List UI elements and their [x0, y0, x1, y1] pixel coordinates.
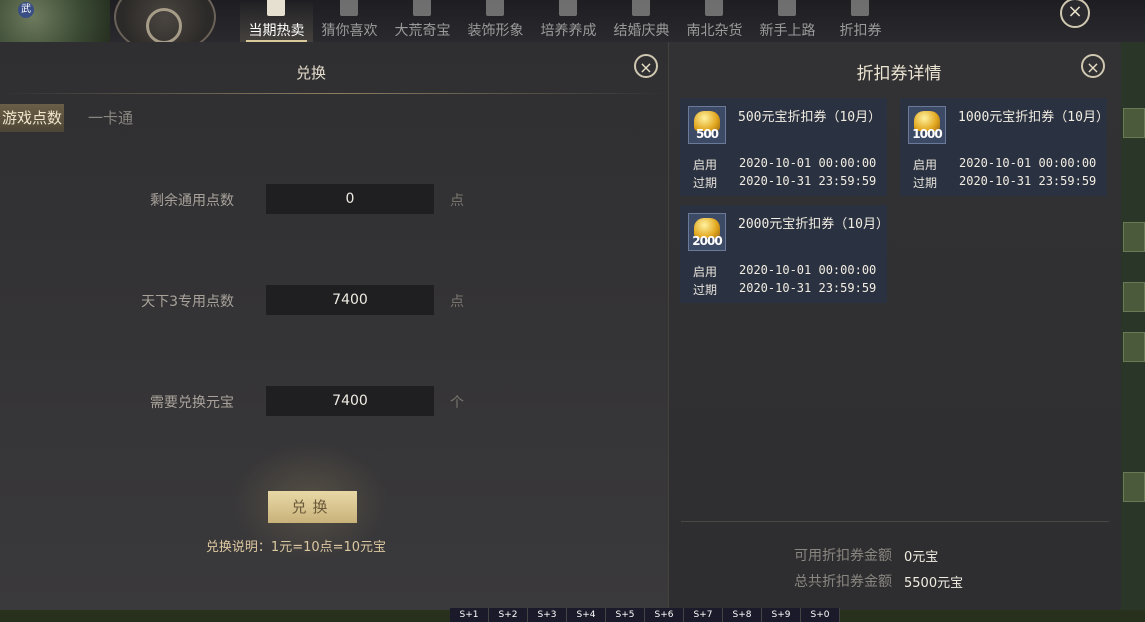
appearance-icon — [486, 0, 504, 16]
yuanbao-needed-input[interactable]: 7400 — [266, 386, 434, 416]
hotkey-slot[interactable]: S+1 — [450, 608, 489, 622]
start-date: 2020-10-01 00:00:00 — [959, 156, 1097, 170]
end-date: 2020-10-31 23:59:59 — [739, 174, 877, 188]
end-label: 过期 — [913, 176, 938, 190]
tab-wedding[interactable]: 结婚庆典 — [605, 0, 678, 42]
exchange-title: 兑换 — [295, 64, 326, 82]
coupon-card[interactable]: 500 500元宝折扣券（10月） 启用 2020-10-01 00:00:00… — [680, 98, 887, 196]
exchange-note: 兑换说明：1元=10点=10元宝 — [205, 540, 387, 555]
tab-game-points[interactable]: 游戏点数 — [0, 104, 64, 132]
remaining-points-value: 0 — [266, 184, 434, 214]
tx3-points-value: 7400 — [266, 285, 434, 315]
goods-icon — [705, 0, 723, 16]
shop-close-icon[interactable]: × — [1060, 0, 1090, 28]
tab-current-hot[interactable]: 当期热卖 — [240, 0, 313, 42]
yuanbao-needed-unit: 个 — [450, 395, 464, 411]
hotkey-slot[interactable]: S+5 — [606, 608, 645, 622]
hotkey-slot[interactable]: S+9 — [762, 608, 801, 622]
remaining-points-label: 剩余通用点数 — [150, 193, 234, 209]
exchange-close-icon[interactable]: × — [634, 54, 658, 78]
start-label: 启用 — [693, 158, 718, 172]
end-label: 过期 — [693, 283, 718, 297]
hotkey-slot[interactable]: S+7 — [684, 608, 723, 622]
coupon-name: 1000元宝折扣券（10月） — [958, 110, 1109, 125]
end-date: 2020-10-31 23:59:59 — [739, 281, 877, 295]
growth-icon — [559, 0, 577, 16]
sidebar-button[interactable] — [1123, 222, 1145, 252]
tab-recommended[interactable]: 猜你喜欢 — [313, 0, 386, 42]
sidebar-button[interactable] — [1123, 282, 1145, 312]
start-date: 2020-10-01 00:00:00 — [739, 263, 877, 277]
end-label: 过期 — [693, 176, 718, 190]
tab-goods[interactable]: 南北杂货 — [678, 0, 751, 42]
tx3-points-unit: 点 — [450, 294, 464, 310]
tab-growth[interactable]: 培养养成 — [532, 0, 605, 42]
exchange-panel: 兑换 × 游戏点数 一卡通 剩余通用点数 0 点 天下3专用点数 7400 点 … — [0, 42, 668, 610]
top-nav-bar: 武 当期热卖 猜你喜欢 大荒奇宝 装饰形象 培养养成 结婚庆典 南北杂货 新手上… — [0, 0, 1145, 54]
remaining-points-unit: 点 — [450, 193, 464, 209]
coupon-title: 折扣券详情 — [856, 64, 942, 84]
start-date: 2020-10-01 00:00:00 — [739, 156, 877, 170]
end-date: 2020-10-31 23:59:59 — [959, 174, 1097, 188]
sidebar-button[interactable] — [1123, 472, 1145, 502]
recommend-icon — [340, 0, 358, 16]
right-game-sidebar — [1121, 42, 1145, 610]
shop-tabs: 当期热卖 猜你喜欢 大荒奇宝 装饰形象 培养养成 结婚庆典 南北杂货 新手上路 … — [240, 0, 897, 42]
skill-hotbar: S+1 S+2 S+3 S+4 S+5 S+6 S+7 S+8 S+9 S+0 — [450, 608, 840, 622]
available-coupon-label: 可用折扣券金额 — [794, 548, 892, 564]
hotkey-slot[interactable]: S+4 — [567, 608, 606, 622]
coupon-detail-panel: 折扣券详情 × 500 500元宝折扣券（10月） 启用 2020-10-01 … — [668, 42, 1122, 610]
hotkey-slot[interactable]: S+6 — [645, 608, 684, 622]
hotkey-slot[interactable]: S+0 — [801, 608, 840, 622]
total-coupon-value: 5500元宝 — [904, 576, 964, 591]
coupon-name: 500元宝折扣券（10月） — [738, 110, 882, 125]
title-divider — [0, 93, 668, 94]
start-label: 启用 — [913, 158, 938, 172]
tab-appearance[interactable]: 装饰形象 — [459, 0, 532, 42]
coupon-card[interactable]: 2000 2000元宝折扣券（10月） 启用 2020-10-01 00:00:… — [680, 205, 889, 303]
tab-coupons[interactable]: 折扣券 — [824, 0, 897, 42]
player-avatar[interactable]: 武 — [0, 0, 110, 42]
coupon-close-icon[interactable]: × — [1081, 54, 1105, 78]
coupon-card[interactable]: 1000 1000元宝折扣券（10月） 启用 2020-10-01 00:00:… — [900, 98, 1109, 196]
yuanbao-coupon-icon: 500 — [688, 106, 726, 144]
coupon-name: 2000元宝折扣券（10月） — [738, 217, 889, 232]
treasure-icon — [413, 0, 431, 16]
tab-one-card[interactable]: 一卡通 — [88, 104, 133, 132]
start-label: 启用 — [693, 265, 718, 279]
total-coupon-label: 总共折扣券金额 — [794, 574, 892, 590]
coupon-icon — [851, 0, 869, 16]
newbie-icon — [778, 0, 796, 16]
avatar-badge: 武 — [18, 2, 34, 18]
yuanbao-needed-label: 需要兑换元宝 — [150, 395, 234, 411]
hotkey-slot[interactable]: S+2 — [489, 608, 528, 622]
exchange-button[interactable]: 兑换 — [268, 491, 357, 523]
hotkey-slot[interactable]: S+8 — [723, 608, 762, 622]
tab-newbie[interactable]: 新手上路 — [751, 0, 824, 42]
tab-treasures[interactable]: 大荒奇宝 — [386, 0, 459, 42]
hot-icon — [267, 0, 285, 16]
sidebar-button[interactable] — [1123, 108, 1145, 138]
summary-divider — [681, 521, 1109, 522]
hotkey-slot[interactable]: S+3 — [528, 608, 567, 622]
yuanbao-coupon-icon: 2000 — [688, 213, 726, 251]
wedding-icon — [632, 0, 650, 16]
sidebar-button[interactable] — [1123, 332, 1145, 362]
yuanbao-coupon-icon: 1000 — [908, 106, 946, 144]
available-coupon-value: 0元宝 — [904, 550, 939, 565]
tx3-points-label: 天下3专用点数 — [141, 294, 234, 310]
